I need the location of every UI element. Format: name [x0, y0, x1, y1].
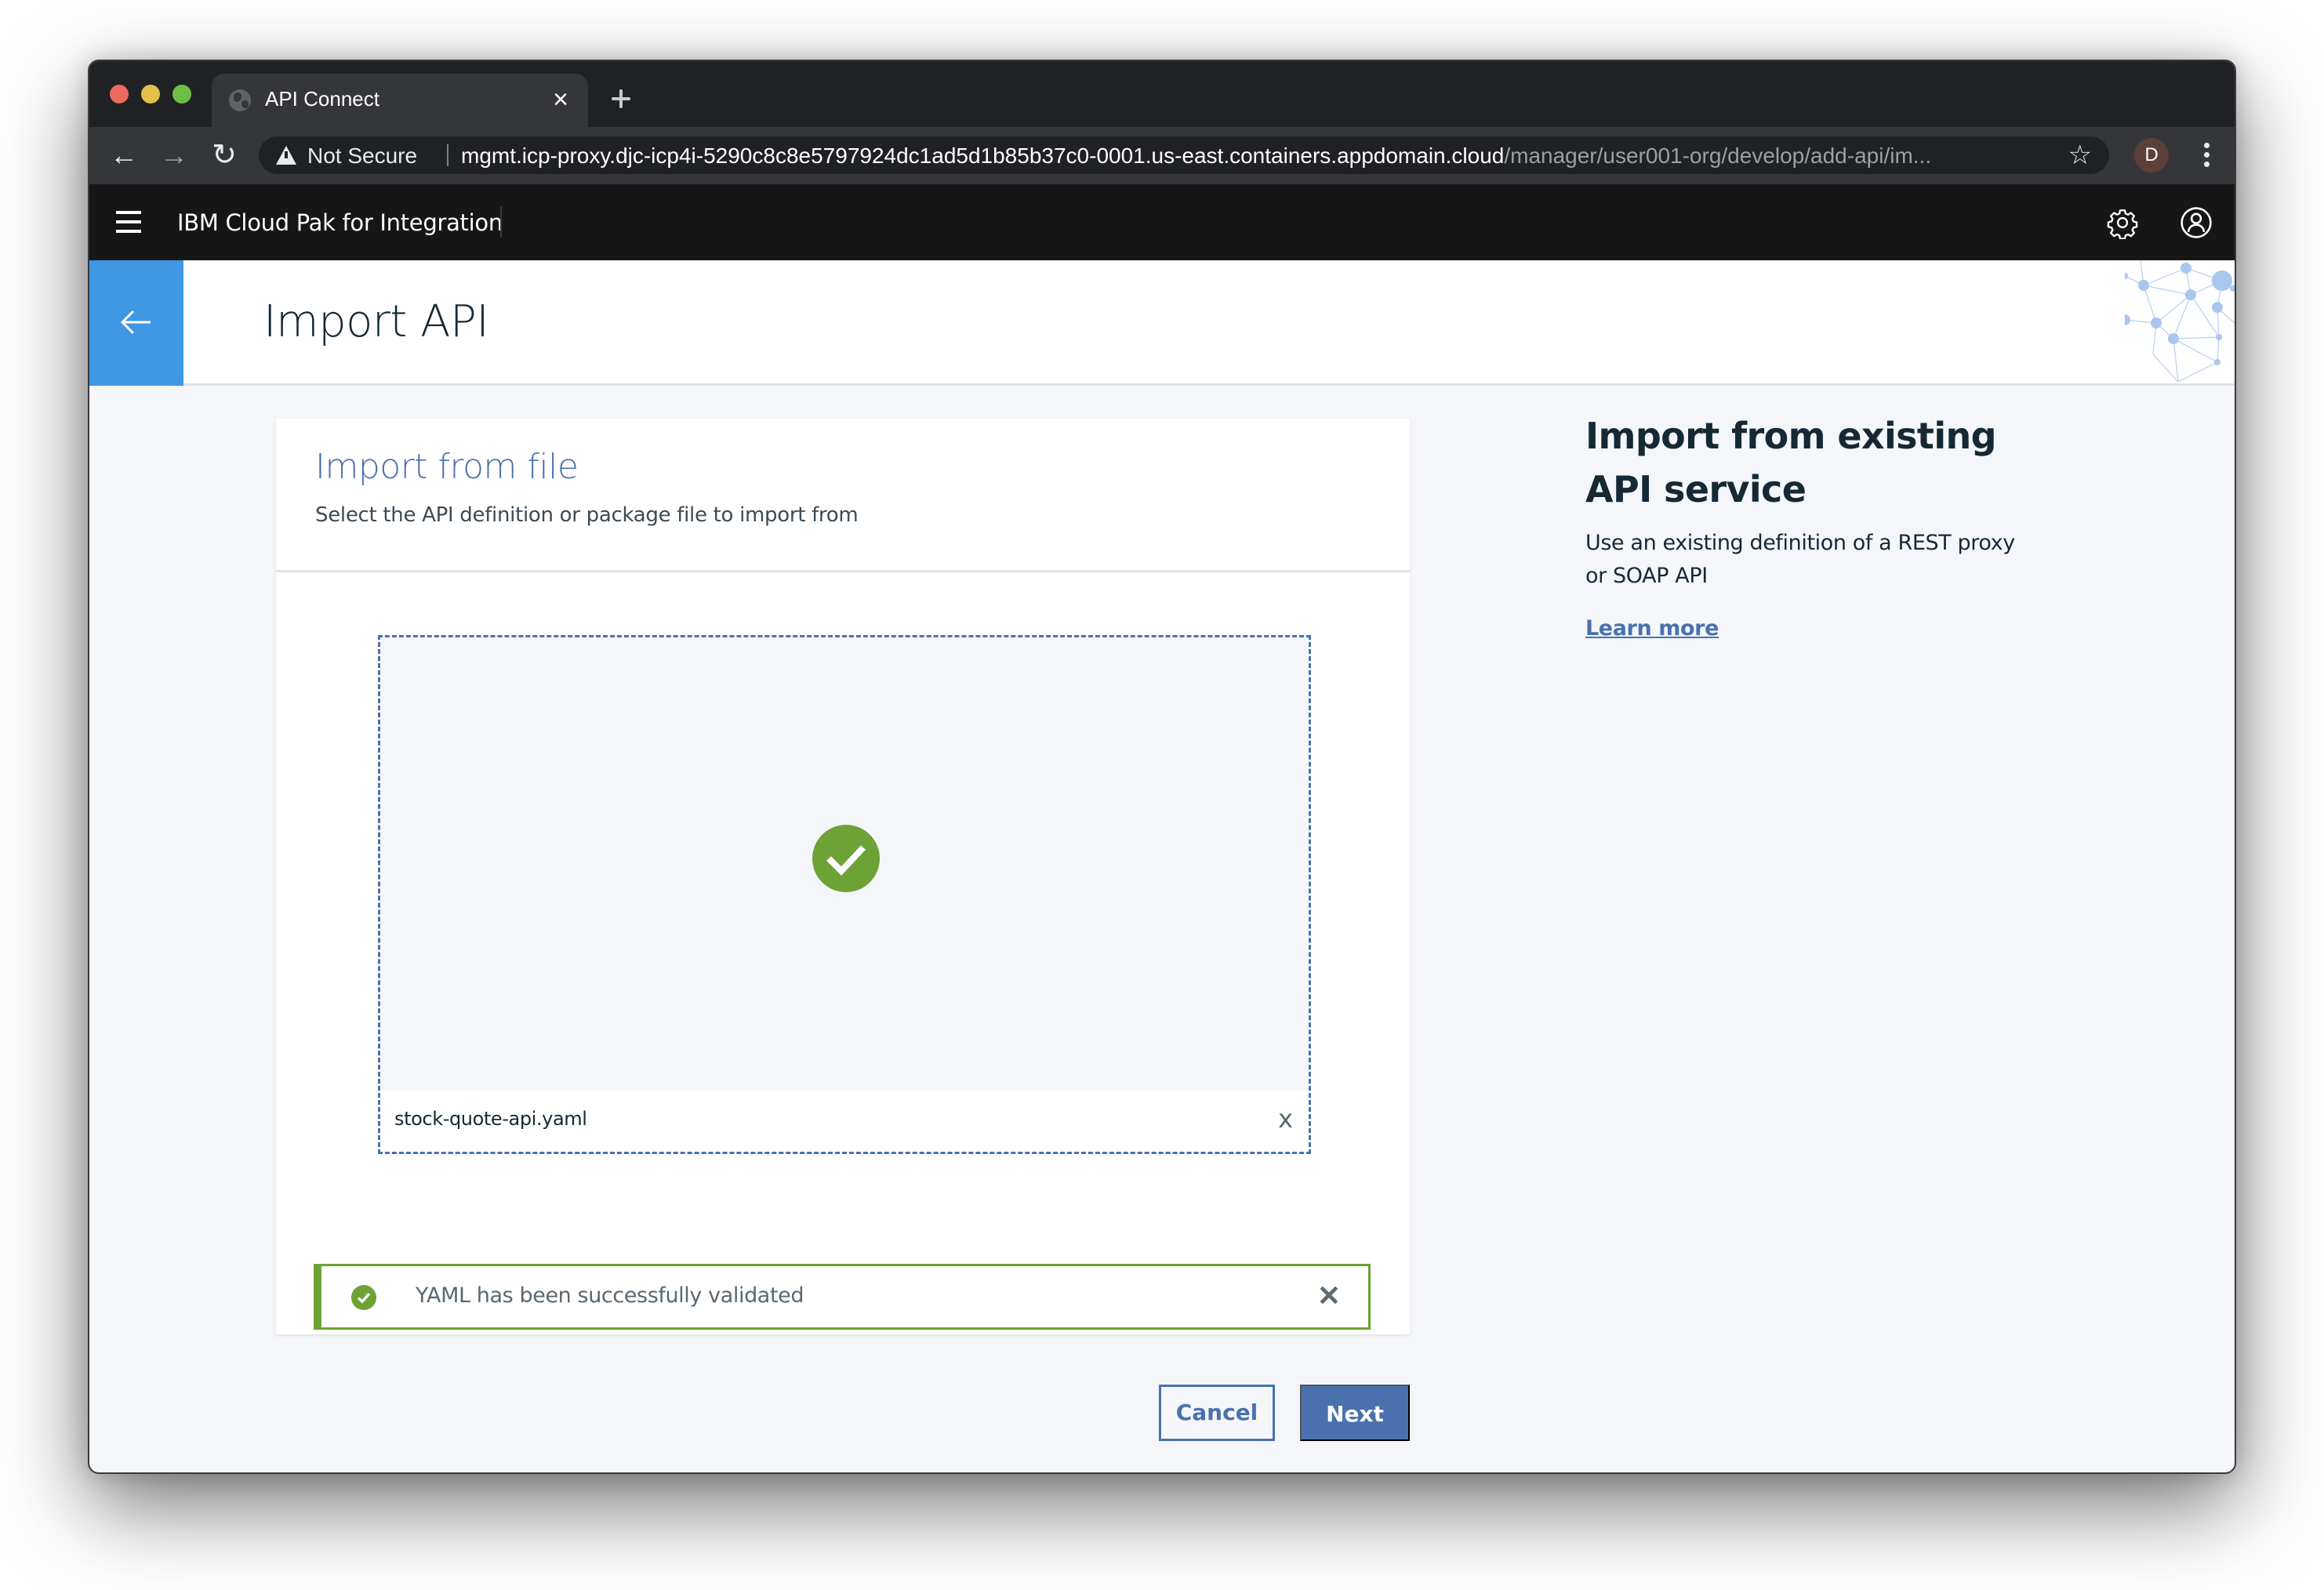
- notification-close-icon[interactable]: ✕: [1313, 1280, 1345, 1312]
- url-path: /manager/user001-org/develop/add-api/im.…: [1504, 143, 1932, 168]
- remove-file-button[interactable]: x: [1278, 1105, 1293, 1133]
- cancel-button[interactable]: Cancel: [1159, 1385, 1275, 1441]
- warning-triangle-icon: [276, 146, 296, 165]
- file-dropzone[interactable]: stock-quote-api.yaml x: [378, 635, 1311, 1154]
- product-name[interactable]: IBM Cloud Pak for Integration: [177, 209, 503, 236]
- browser-toolbar: ← → ↻ Not Secure mgmt.icp-proxy.djc-icp4…: [89, 127, 2235, 184]
- tab-strip: API Connect ×: [89, 61, 2235, 127]
- new-tab-plus-icon[interactable]: [607, 83, 638, 114]
- network-decoration-icon: [2125, 260, 2235, 383]
- card-title: Import from file: [315, 447, 579, 487]
- browser-back-icon[interactable]: ←: [105, 136, 143, 174]
- success-notification: YAML has been successfully validated ✕: [314, 1264, 1371, 1330]
- url-host: mgmt.icp-proxy.djc-icp4i-5290c8c8e579792…: [461, 143, 1505, 168]
- page-title: Import API: [263, 296, 489, 347]
- browser-window: API Connect × ← → ↻ Not Secure mgmt.icp-…: [88, 60, 2236, 1474]
- header-divider: [500, 206, 502, 238]
- browser-tab-api-connect[interactable]: API Connect ×: [212, 74, 588, 127]
- settings-icon[interactable]: [2106, 206, 2139, 239]
- page-header: Import API: [89, 260, 2235, 386]
- next-button[interactable]: Next: [1300, 1385, 1410, 1441]
- url-text[interactable]: mgmt.icp-proxy.djc-icp4i-5290c8c8e579792…: [461, 143, 2061, 169]
- tab-close-icon[interactable]: ×: [546, 85, 576, 114]
- file-name: stock-quote-api.yaml: [394, 1108, 587, 1130]
- browser-menu-icon[interactable]: [2199, 138, 2214, 172]
- address-bar[interactable]: Not Secure mgmt.icp-proxy.djc-icp4i-5290…: [259, 136, 2109, 174]
- minimize-window-button[interactable]: [141, 85, 160, 103]
- back-button[interactable]: [89, 260, 183, 386]
- tab-title: API Connect: [265, 87, 379, 111]
- address-bar-divider: [447, 144, 448, 166]
- card-header: Import from file Select the API definiti…: [276, 419, 1410, 572]
- hamburger-menu-icon[interactable]: [113, 208, 144, 236]
- checkmark-filled-icon: [351, 1285, 376, 1310]
- globe-icon: [229, 89, 251, 111]
- learn-more-link[interactable]: Learn more: [1585, 616, 1719, 641]
- import-existing-title: Import from existing API service: [1585, 415, 1997, 510]
- import-from-file-card: Import from file Select the API definiti…: [276, 419, 1410, 1334]
- maximize-window-button[interactable]: [172, 85, 191, 103]
- reload-icon[interactable]: ↻: [205, 136, 243, 174]
- user-profile-icon[interactable]: [2180, 206, 2213, 239]
- import-existing-description: Use an existing definition of a REST pro…: [1585, 531, 2015, 588]
- success-check-icon: [812, 825, 880, 892]
- selected-file: stock-quote-api.yaml x: [380, 1091, 1309, 1152]
- profile-avatar[interactable]: D: [2134, 138, 2169, 172]
- bookmark-star-icon[interactable]: ☆: [2068, 141, 2092, 169]
- card-subtitle: Select the API definition or package fil…: [315, 503, 859, 527]
- arrow-left-icon: [121, 310, 151, 335]
- notification-message: YAML has been successfully validated: [416, 1283, 804, 1308]
- security-status[interactable]: Not Secure: [307, 143, 417, 169]
- app-header: IBM Cloud Pak for Integration: [89, 184, 2235, 260]
- browser-forward-icon[interactable]: →: [155, 136, 193, 174]
- close-window-button[interactable]: [110, 85, 129, 103]
